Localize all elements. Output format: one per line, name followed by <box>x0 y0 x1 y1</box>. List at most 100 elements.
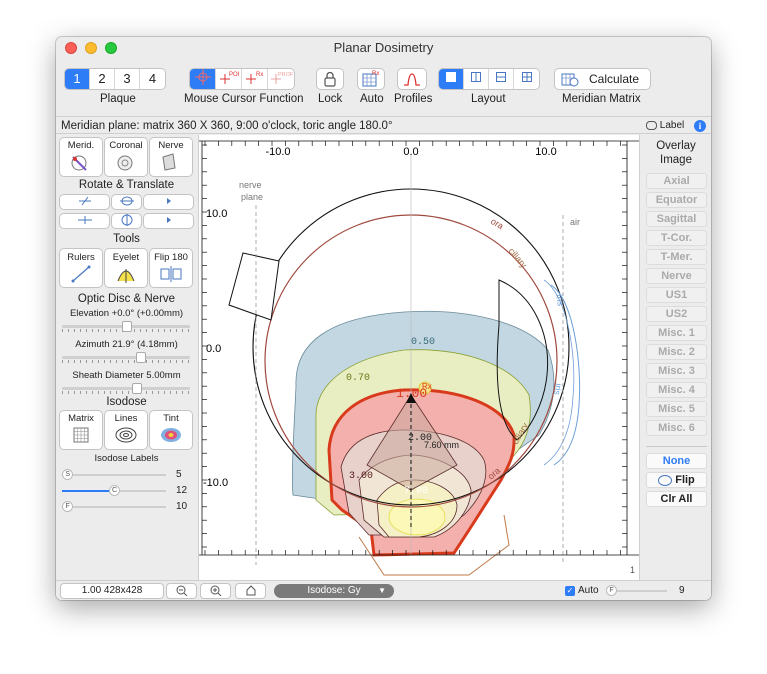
x-tick-label: -10.0 <box>265 146 290 158</box>
plaque-4-button[interactable]: 4 <box>140 69 165 89</box>
two-row-icon <box>496 72 506 82</box>
translate-button-3[interactable] <box>144 214 193 228</box>
layout-two-row-button[interactable] <box>489 69 514 89</box>
plaque-2-button[interactable]: 2 <box>90 69 115 89</box>
overlay-button-axial[interactable]: Axial <box>646 173 707 189</box>
y-tick-label: -10.0 <box>203 477 228 489</box>
home-button[interactable] <box>236 584 265 598</box>
overlay-button-misc-3[interactable]: Misc. 3 <box>646 363 707 379</box>
nerve-view-button[interactable]: Nerve <box>150 138 192 176</box>
meridional-view-button[interactable]: Merid. <box>60 138 102 176</box>
info-bar: Meridian plane: matrix 360 X 360, 9:00 o… <box>56 116 711 134</box>
sheath-slider[interactable] <box>62 383 190 394</box>
auto-checkbox[interactable]: ✓ <box>565 586 575 596</box>
slider-track[interactable] <box>62 474 166 476</box>
elevation-slider-knob[interactable] <box>122 321 132 332</box>
lock-button[interactable] <box>317 69 343 89</box>
overlay-button-misc-1[interactable]: Misc. 1 <box>646 325 707 341</box>
tint-button[interactable]: Tint <box>150 411 192 449</box>
isodose-label: 0.50 <box>411 337 435 348</box>
dosimetry-plot-canvas[interactable]: -10.0 0.0 10.0 10.0 0.0 -10.0 nerve plan… <box>199 135 639 580</box>
overlay-button-equator[interactable]: Equator <box>646 192 707 208</box>
overlay-button-misc-5[interactable]: Misc. 5 <box>646 401 707 417</box>
overlay-button-t-mer[interactable]: T-Mer. <box>646 249 707 265</box>
close-window-button[interactable] <box>65 42 77 54</box>
iris-annotation: iris <box>552 383 564 397</box>
profiles-button[interactable] <box>398 69 426 89</box>
coronal-view-label: Coronal <box>109 140 143 151</box>
layout-two-column-button[interactable] <box>464 69 489 89</box>
tint-label: Tint <box>163 413 179 424</box>
info-icon[interactable]: i <box>694 120 706 132</box>
zoom-out-button[interactable] <box>167 584 196 598</box>
slider-knob[interactable]: S <box>62 469 74 480</box>
isodose-label-slider[interactable]: S5 <box>62 468 194 482</box>
eyelet-button[interactable]: Eyelet <box>105 249 147 287</box>
rotate-button-1[interactable] <box>60 195 109 209</box>
label-toggle[interactable]: Label <box>646 117 684 135</box>
azimuth-slider[interactable] <box>62 352 190 363</box>
isodose-label-slider[interactable]: F 10 <box>62 500 194 514</box>
zoom-in-button[interactable] <box>201 584 230 598</box>
azimuth-slider-knob[interactable] <box>136 352 147 363</box>
plane-annotation: plane <box>241 192 263 202</box>
dosimetry-plot[interactable]: -10.0 0.0 10.0 10.0 0.0 -10.0 nerve plan… <box>198 135 640 580</box>
rx-cursor-button[interactable]: Rx <box>242 69 268 89</box>
poi-cursor-button[interactable]: POI <box>216 69 242 89</box>
sheath-slider-knob[interactable] <box>131 383 142 394</box>
isodose-unit-select[interactable]: Isodose: Gy ▼ <box>274 584 394 598</box>
x-tick-label: 10.0 <box>535 146 556 158</box>
overlay-none-button[interactable]: None <box>646 453 707 469</box>
overlay-button-sagittal[interactable]: Sagittal <box>646 211 707 227</box>
calculate-button[interactable]: Calculate <box>555 69 650 89</box>
auto-button[interactable]: Rx <box>358 69 384 89</box>
ruler-icon <box>71 265 91 283</box>
slider-knob[interactable]: F <box>62 501 74 512</box>
iris-annotation: iris <box>554 294 566 308</box>
overlay-button-misc-6[interactable]: Misc. 6 <box>646 420 707 436</box>
flip-180-button[interactable]: Flip 180 <box>150 249 192 287</box>
azimuth-text: Azimuth 21.9° (4.18mm) <box>75 339 178 350</box>
overlay-button-nerve[interactable]: Nerve <box>646 268 707 284</box>
translate-button-2[interactable] <box>112 214 141 228</box>
lines-button[interactable]: Lines <box>105 411 147 449</box>
slider-track[interactable] <box>62 506 166 508</box>
isodose-label-slider[interactable]: C 12 <box>62 484 194 498</box>
optic-disc-title: Optic Disc & Nerve <box>77 293 176 305</box>
rulers-button[interactable]: Rulers <box>60 249 102 287</box>
coronal-view-button[interactable]: Coronal <box>105 138 147 176</box>
overlay-button-misc-2[interactable]: Misc. 2 <box>646 344 707 360</box>
layout-quad-button[interactable] <box>514 69 539 89</box>
plaque-3-button[interactable]: 3 <box>115 69 140 89</box>
layout-selector <box>439 69 539 89</box>
prof-cursor-button[interactable]: PROF <box>268 69 294 89</box>
zoom-window-button[interactable] <box>105 42 117 54</box>
crosshair-cursor-button[interactable] <box>190 69 216 89</box>
elevation-slider[interactable] <box>62 321 190 332</box>
overlay-button-us2[interactable]: US2 <box>646 306 707 322</box>
rotate-button-2[interactable] <box>112 195 141 209</box>
rotate-translate-title: Rotate & Translate <box>78 179 175 191</box>
rulers-label: Rulers <box>67 252 95 263</box>
nerve-annotation: nerve <box>239 180 262 190</box>
auto-matrix-icon: Rx <box>362 71 379 87</box>
slider-knob[interactable]: C <box>109 485 120 496</box>
level-slider-knob[interactable]: F <box>606 585 617 596</box>
overlay-flip-button[interactable]: Flip <box>646 472 707 488</box>
isodose-label: 0.70 <box>346 373 370 384</box>
level-slider-value: 9 <box>679 585 685 596</box>
slider-value: 10 <box>176 501 188 512</box>
overlay-button-us1[interactable]: US1 <box>646 287 707 303</box>
translate-button-1[interactable] <box>60 214 109 228</box>
matrix-button[interactable]: Matrix <box>60 411 102 449</box>
overlay-clear-all-button[interactable]: Clr All <box>646 491 707 507</box>
poi-cursor-icon: POI <box>219 72 239 84</box>
isodose-unit-value: Isodose: Gy <box>307 585 361 596</box>
overlay-button-t-cor[interactable]: T-Cor. <box>646 230 707 246</box>
minimize-window-button[interactable] <box>85 42 97 54</box>
plaque-1-button[interactable]: 1 <box>65 69 90 89</box>
layout-single-button[interactable] <box>439 69 464 89</box>
overlay-button-misc-4[interactable]: Misc. 4 <box>646 382 707 398</box>
contour-lines-icon <box>115 427 137 443</box>
rotate-button-3[interactable] <box>144 195 193 209</box>
